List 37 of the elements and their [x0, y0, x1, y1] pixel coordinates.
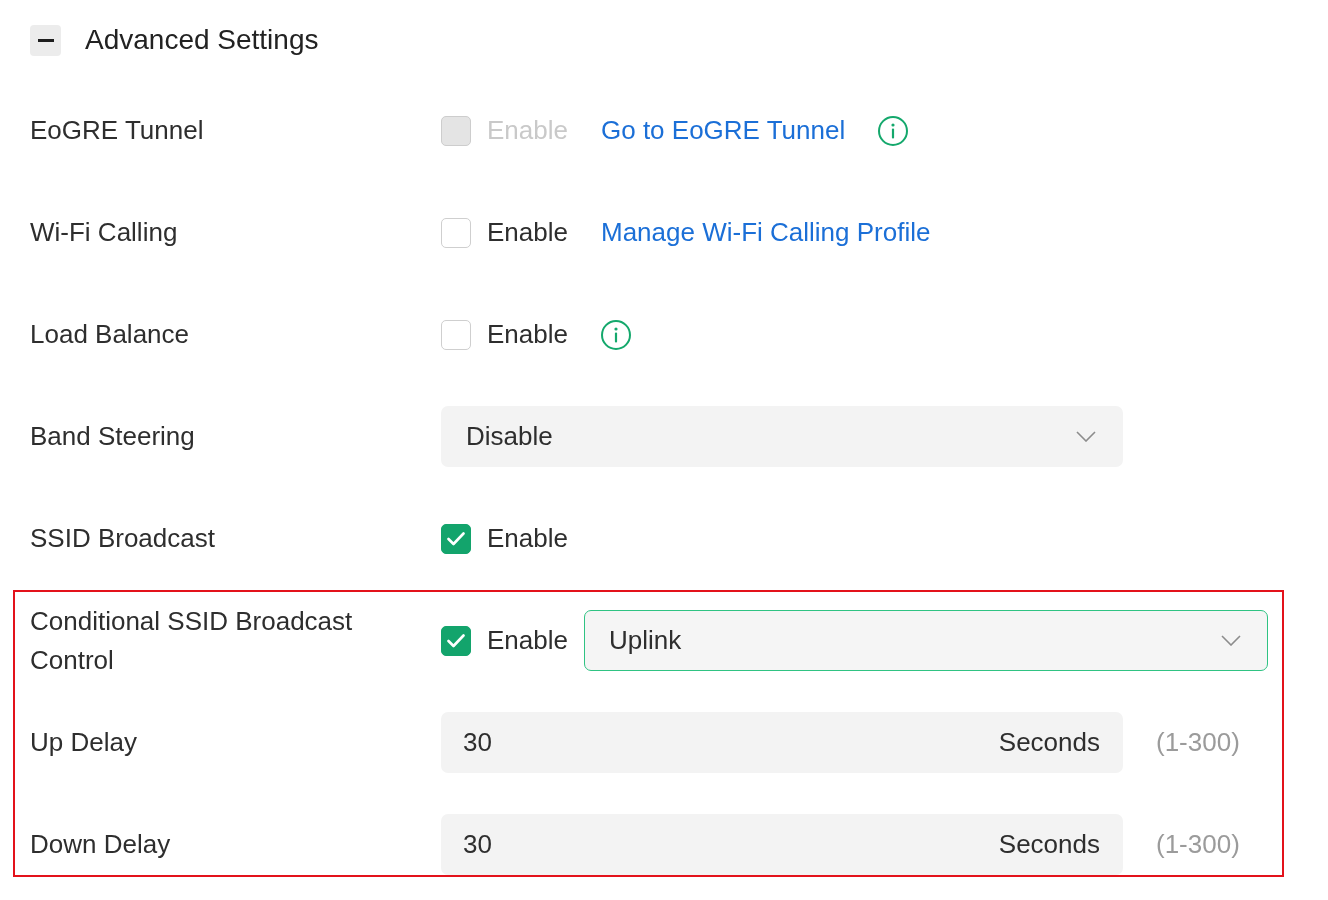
unit-label: Seconds: [998, 828, 1100, 861]
info-icon[interactable]: [600, 319, 631, 350]
checkbox[interactable]: [441, 217, 471, 248]
field-label: Wi-Fi Calling: [30, 216, 179, 249]
field-value: 30: [463, 726, 492, 759]
field-label: Conditional SSID Broadcast Control: [30, 604, 354, 677]
collapse-button[interactable]: [30, 24, 61, 56]
number-field[interactable]: 30 Seconds: [441, 712, 1123, 773]
checkmark-icon: [447, 633, 465, 648]
info-icon[interactable]: [878, 115, 909, 146]
link[interactable]: Manage Wi-Fi Calling Profile: [600, 213, 931, 252]
range-hint: (1-300): [1156, 726, 1240, 759]
field-label: EoGRE Tunnel: [30, 114, 205, 147]
checkbox-label[interactable]: Enable: [487, 213, 568, 252]
chevron-down-icon: [1220, 635, 1241, 646]
checkbox-label[interactable]: Enable: [487, 315, 568, 354]
field-value: 30: [463, 828, 492, 861]
field-label: Load Balance: [30, 318, 191, 351]
minus-icon: [37, 38, 54, 42]
checkbox-label[interactable]: Enable: [487, 519, 568, 558]
checkbox[interactable]: [441, 523, 471, 554]
chevron-down-icon: [1076, 431, 1096, 442]
checkmark-icon: [447, 531, 465, 546]
section-title: Advanced Settings: [85, 23, 319, 57]
checkbox[interactable]: [441, 625, 471, 656]
field-label: Up Delay: [30, 726, 138, 759]
dropdown[interactable]: Uplink: [583, 610, 1268, 671]
field-label: Band Steering: [30, 420, 196, 453]
number-field[interactable]: 30 Seconds: [441, 814, 1123, 875]
checkbox[interactable]: [441, 319, 471, 350]
unit-label: Seconds: [998, 726, 1100, 759]
checkbox-label[interactable]: Enable: [487, 621, 568, 660]
link[interactable]: Go to EoGRE Tunnel: [600, 111, 846, 150]
field-label: SSID Broadcast: [30, 522, 216, 555]
dropdown[interactable]: Disable: [441, 406, 1123, 467]
range-hint: (1-300): [1156, 828, 1240, 861]
field-label: Down Delay: [30, 828, 172, 861]
